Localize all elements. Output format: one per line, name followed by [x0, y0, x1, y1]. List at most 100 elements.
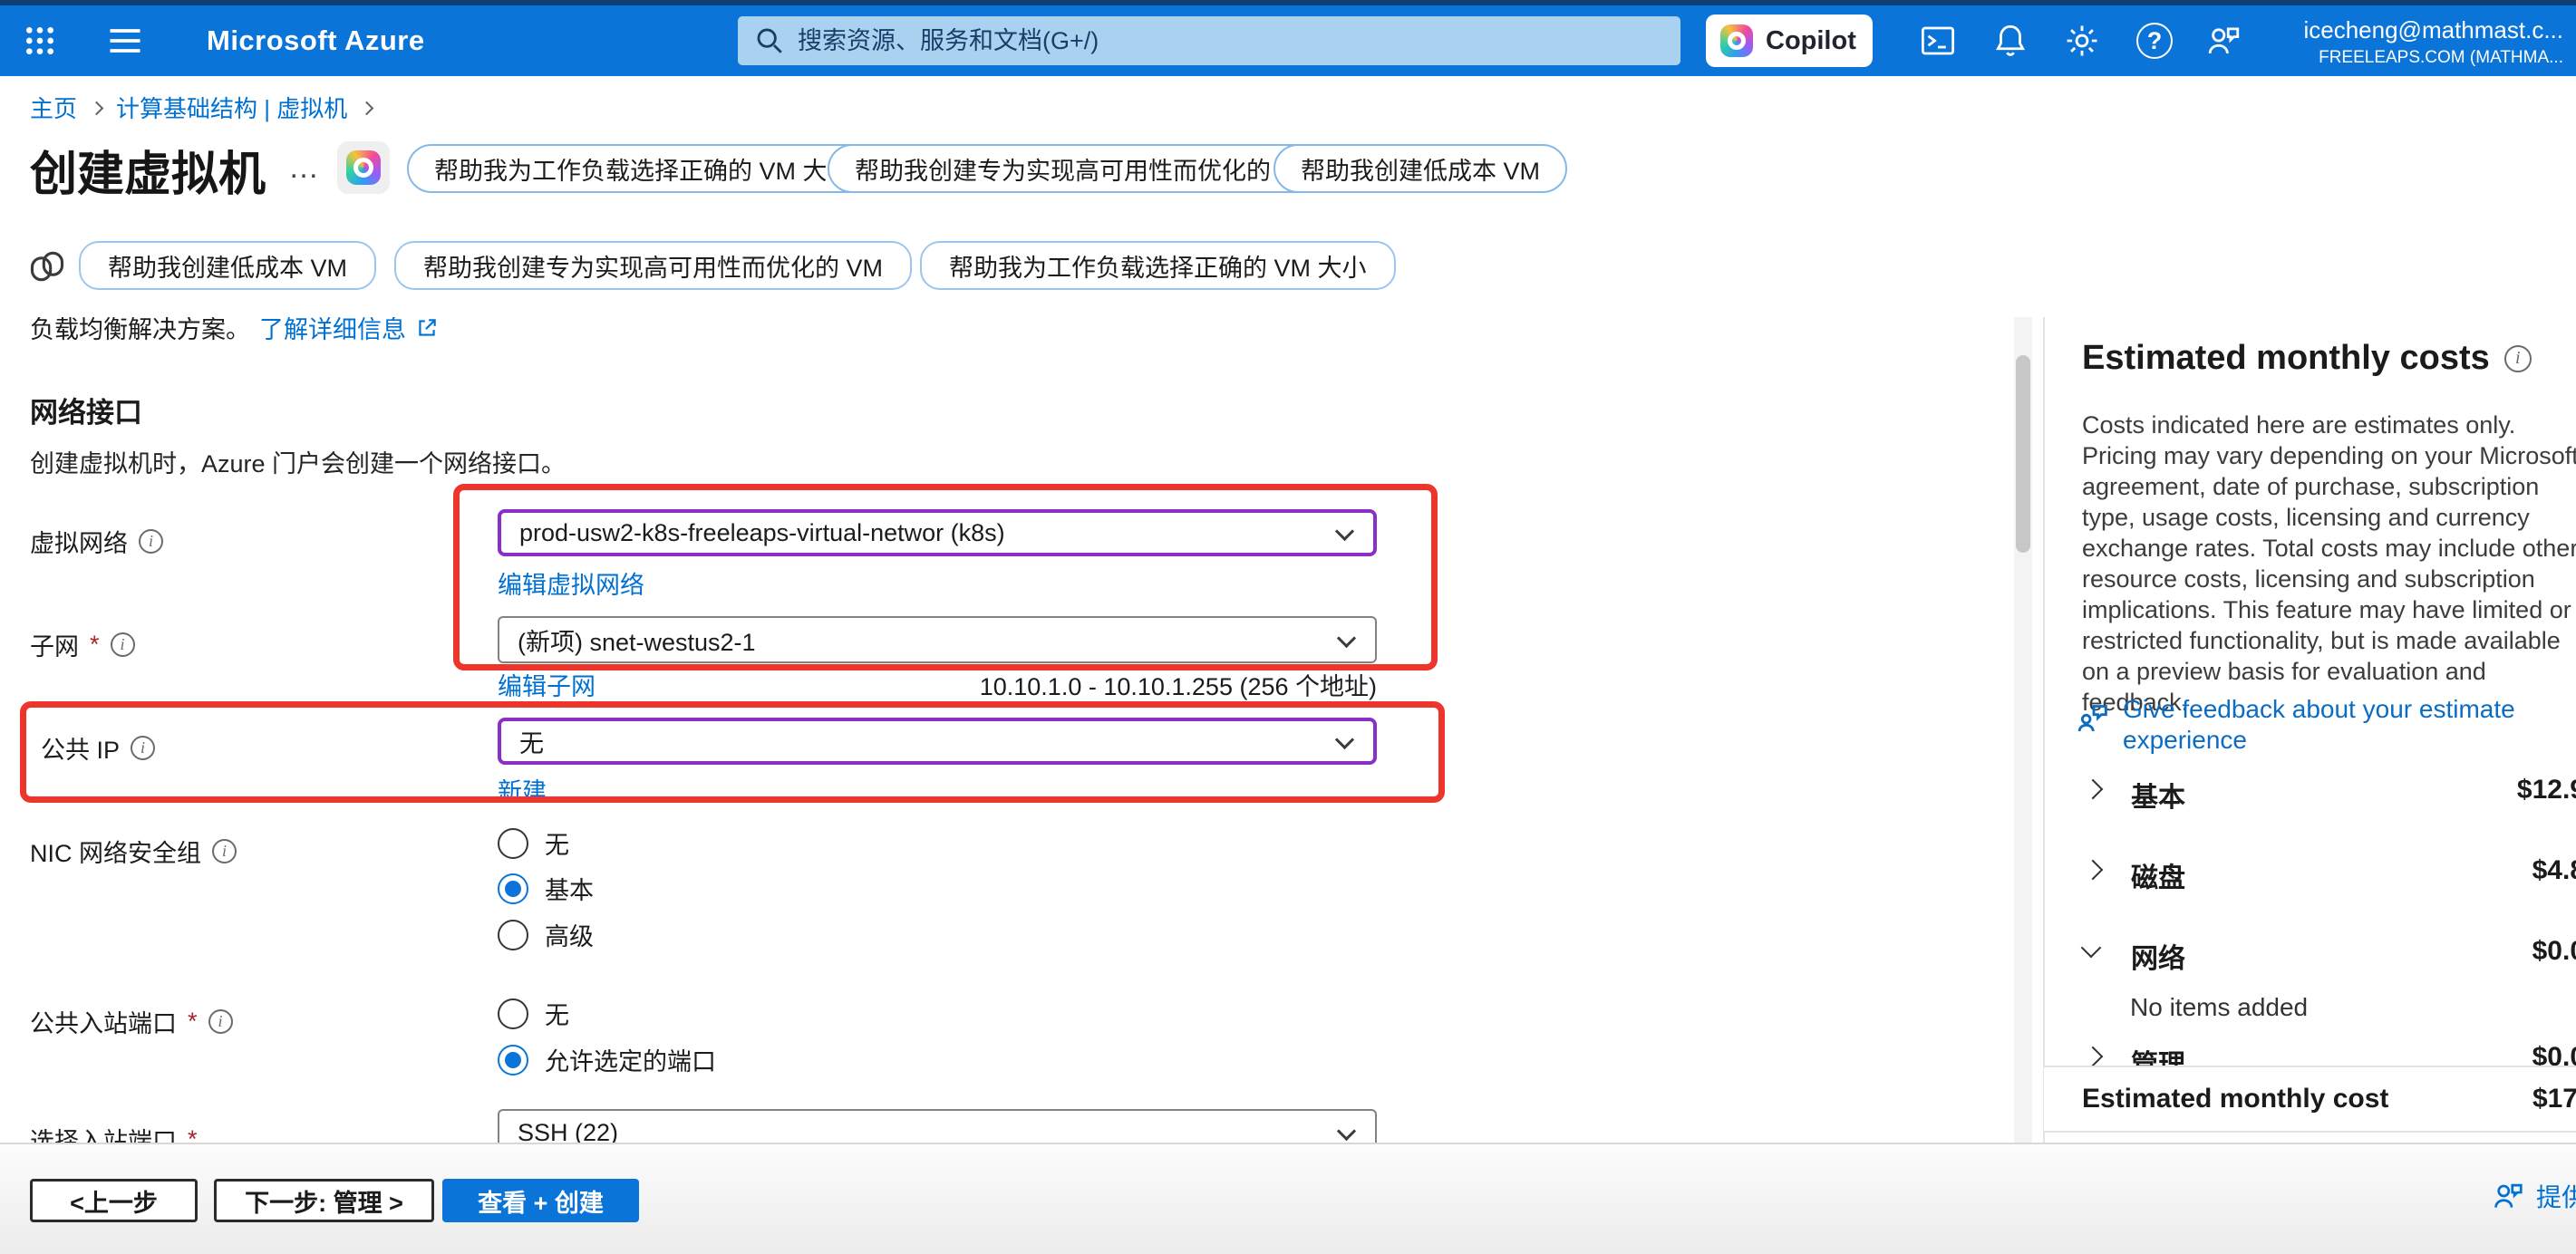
chevron-right-icon	[90, 101, 104, 116]
cost-row-disk[interactable]: 磁盘 $4.8	[2082, 855, 2576, 892]
footer-feedback-link[interactable]: 提供	[2491, 1178, 2576, 1214]
cost-panel-heading: Estimated monthly costs i	[2082, 339, 2532, 378]
subnet-value: (新项) snet-westus2-1	[518, 622, 756, 658]
info-icon[interactable]: i	[139, 529, 163, 554]
nsg-option-none[interactable]: 无	[498, 825, 569, 861]
copilot-suggestion-chip[interactable]: 帮助我为工作负载选择正确的 VM 大小	[920, 241, 1396, 290]
hamburger-menu-icon[interactable]	[98, 5, 152, 76]
radio-icon[interactable]	[498, 828, 528, 859]
create-new-ip-link[interactable]: 新建	[498, 772, 547, 807]
help-icon[interactable]: ?	[2131, 5, 2178, 76]
cost-row-management[interactable]: 管理 $0.0	[2082, 1042, 2576, 1066]
cost-row-basic[interactable]: 基本 $12.9	[2082, 775, 2576, 811]
breadcrumb-section[interactable]: 计算基础结构 | 虚拟机	[116, 91, 347, 124]
cost-disclaimer: Costs indicated here are estimates only.…	[2082, 410, 2576, 718]
radio-icon[interactable]	[498, 920, 528, 950]
help-glyph: ?	[2136, 23, 2173, 59]
subnet-dropdown[interactable]: (新项) snet-westus2-1	[498, 616, 1377, 663]
cost-price: $4.8	[2532, 855, 2576, 886]
public-ip-label: 公共 IP i	[41, 730, 155, 766]
account-info[interactable]: icecheng@mathmast.c... FREELEAPS.COM (MA…	[2303, 16, 2563, 68]
network-no-items: No items added	[2130, 993, 2308, 1022]
estimate-feedback-link[interactable]: Give feedback about your estimate experi…	[2076, 694, 2565, 756]
info-icon[interactable]: i	[2504, 345, 2532, 372]
account-tenant: FREELEAPS.COM (MATHMA...	[2303, 48, 2563, 68]
info-icon[interactable]: i	[111, 632, 135, 657]
feedback-chat-icon	[2076, 699, 2112, 740]
search-icon	[754, 25, 785, 56]
search-input[interactable]	[798, 27, 1664, 55]
vnet-label: 虚拟网络 i	[30, 524, 163, 559]
chevron-right-icon	[2083, 860, 2104, 881]
footer-feedback-label: 提供	[2536, 1178, 2576, 1214]
radio-selected-icon[interactable]	[498, 1045, 528, 1076]
breadcrumb: 主页 计算基础结构 | 虚拟机	[30, 91, 372, 124]
copilot-button[interactable]: Copilot	[1706, 14, 1873, 67]
learn-more-link[interactable]: 了解详细信息	[259, 317, 406, 345]
subnet-label: 子网 * i	[30, 627, 135, 662]
edit-vnet-link[interactable]: 编辑虚拟网络	[498, 565, 644, 601]
external-link-icon	[415, 317, 439, 340]
page-title: 创建虚拟机	[30, 136, 266, 204]
load-balancer-text: 负载均衡解决方案。	[30, 317, 250, 345]
public-ip-dropdown[interactable]: 无	[498, 718, 1377, 765]
inbound-option-none[interactable]: 无	[498, 996, 569, 1031]
nsg-option-advanced[interactable]: 高级	[498, 917, 594, 952]
app-launcher-icon[interactable]	[16, 5, 63, 76]
cost-row-network[interactable]: 网络 $0.0	[2082, 936, 2576, 972]
radio-icon[interactable]	[498, 998, 528, 1029]
copilot-suggestion-chip[interactable]: 帮助我创建低成本 VM	[1273, 144, 1567, 193]
more-actions-button[interactable]: …	[288, 150, 322, 186]
cost-panel-title: Estimated monthly costs	[2082, 339, 2490, 378]
copilot-icon	[346, 150, 381, 185]
copilot-button-label: Copilot	[1766, 26, 1856, 56]
public-ip-value: 无	[519, 724, 544, 759]
chevron-down-icon	[1337, 629, 1356, 648]
review-create-button[interactable]: 查看 + 创建	[442, 1179, 639, 1222]
chevron-down-icon	[2081, 938, 2102, 959]
cost-price: $0.0	[2532, 936, 2576, 967]
edit-subnet-link[interactable]: 编辑子网	[498, 667, 596, 702]
subnet-meta-row: 编辑子网 10.10.1.0 - 10.10.1.255 (256 个地址)	[498, 667, 1377, 702]
chevron-down-icon	[1335, 730, 1354, 749]
cost-total-bar: Estimated monthly cost $17	[2044, 1066, 2576, 1133]
copilot-tile-button[interactable]	[337, 141, 390, 194]
copilot-suggestion-chip[interactable]: 帮助我创建专为实现高可用性而优化的 VM	[828, 144, 1341, 193]
radio-selected-icon[interactable]	[498, 873, 528, 904]
breadcrumb-home[interactable]: 主页	[30, 91, 77, 124]
global-search[interactable]	[738, 16, 1680, 65]
chevron-right-icon	[360, 101, 374, 116]
cloud-shell-icon[interactable]	[1914, 5, 1961, 76]
window-edge	[0, 0, 2576, 5]
top-bar: Microsoft Azure Copilot ? icecheng@mat	[0, 5, 2576, 76]
info-icon[interactable]: i	[131, 736, 155, 760]
required-asterisk: *	[188, 1008, 198, 1036]
vnet-dropdown[interactable]: prod-usw2-k8s-freeleaps-virtual-networ (…	[498, 509, 1377, 556]
chevron-right-icon	[2083, 1047, 2104, 1066]
inbound-option-allow-selected[interactable]: 允许选定的端口	[498, 1042, 716, 1077]
copilot-suggestion-chip[interactable]: 帮助我创建专为实现高可用性而优化的 VM	[394, 241, 912, 290]
info-icon[interactable]: i	[208, 1009, 233, 1034]
scrolled-text-line: 负载均衡解决方案。 了解详细信息	[30, 317, 719, 348]
notifications-bell-icon[interactable]	[1987, 5, 2034, 76]
feedback-icon[interactable]	[2200, 5, 2247, 76]
nsg-option-basic[interactable]: 基本	[498, 871, 594, 906]
copilot-suggestion-chip[interactable]: 帮助我创建低成本 VM	[79, 241, 376, 290]
cost-price: $12.9	[2517, 775, 2576, 805]
settings-gear-icon[interactable]	[2058, 5, 2106, 76]
info-icon[interactable]: i	[212, 839, 237, 863]
brand-title[interactable]: Microsoft Azure	[207, 5, 425, 76]
account-name: icecheng@mathmast.c...	[2303, 16, 2563, 44]
feedback-chat-icon	[2491, 1179, 2525, 1213]
chevron-down-icon	[1337, 1122, 1356, 1141]
previous-step-button[interactable]: <上一步	[30, 1179, 198, 1222]
chevron-down-icon	[1335, 522, 1354, 541]
next-step-button[interactable]: 下一步: 管理 >	[214, 1179, 434, 1222]
inbound-ports-label: 公共入站端口 * i	[30, 1004, 233, 1039]
cost-total-price: $17	[2532, 1084, 2576, 1114]
copilot-icon	[1720, 24, 1753, 57]
nsg-label: NIC 网络安全组 i	[30, 834, 237, 869]
azure-portal-page: Microsoft Azure Copilot ? icecheng@mat	[0, 0, 2576, 1254]
scrollbar-thumb[interactable]	[2016, 355, 2030, 553]
copilot-suggestion-chip[interactable]: 帮助我为工作负载选择正确的 VM 大小	[407, 144, 879, 193]
